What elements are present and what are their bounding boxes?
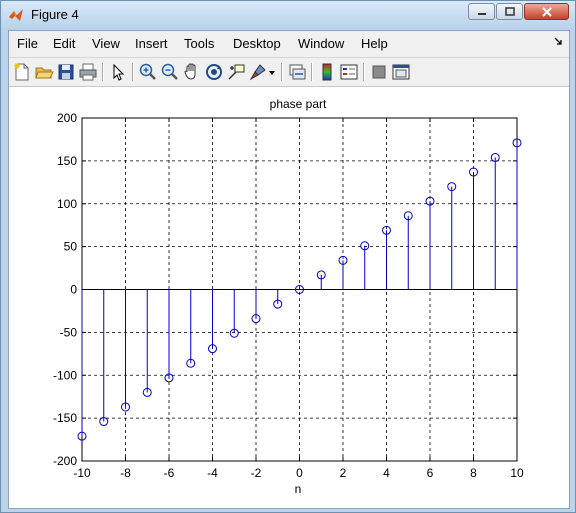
pan-hand-icon[interactable] <box>182 62 202 82</box>
toolbar-separator <box>363 63 365 81</box>
x-tick-label: -10 <box>73 466 91 480</box>
insert-colorbar-icon[interactable] <box>317 62 337 82</box>
x-tick-label: 4 <box>383 466 390 480</box>
y-tick-label: -100 <box>53 368 77 382</box>
show-plot-tools-icon[interactable] <box>391 62 411 82</box>
maximize-button[interactable] <box>496 3 523 20</box>
menu-file[interactable]: File <box>17 36 38 51</box>
matlab-icon <box>9 9 23 21</box>
toolbar-separator <box>102 63 104 81</box>
y-tick-label: 50 <box>64 240 78 254</box>
figure-toolbar <box>9 57 569 87</box>
minimize-button[interactable] <box>468 3 495 20</box>
title-bar[interactable]: Figure 4 <box>1 1 575 30</box>
print-icon[interactable] <box>78 62 98 82</box>
link-plot-icon[interactable] <box>287 62 307 82</box>
rotate-3d-icon[interactable] <box>204 62 224 82</box>
x-tick-label: -2 <box>251 466 262 480</box>
x-tick-label: -4 <box>207 466 218 480</box>
y-tick-label: -200 <box>53 454 77 468</box>
toolbar-separator <box>311 63 313 81</box>
menu-insert[interactable]: Insert <box>135 36 168 51</box>
y-tick-label: 100 <box>57 197 77 211</box>
x-tick-label: -6 <box>164 466 175 480</box>
x-tick-label: 2 <box>340 466 347 480</box>
edit-plot-arrow-icon[interactable] <box>108 62 128 82</box>
new-figure-icon[interactable] <box>12 62 32 82</box>
figure-window: Figure 4 File Edit View Insert Tools Des… <box>0 0 576 513</box>
x-tick-label: -8 <box>120 466 131 480</box>
data-cursor-icon[interactable] <box>226 62 246 82</box>
menu-tools[interactable]: Tools <box>184 36 214 51</box>
hide-plot-tools-icon[interactable] <box>369 62 389 82</box>
x-tick-label: 8 <box>470 466 477 480</box>
y-tick-label: -150 <box>53 411 77 425</box>
x-tick-label: 0 <box>296 466 303 480</box>
menu-help[interactable]: Help <box>361 36 388 51</box>
zoom-out-icon[interactable] <box>160 62 180 82</box>
dock-arrow-icon[interactable] <box>554 37 563 46</box>
menu-bar: File Edit View Insert Tools Desktop Wind… <box>9 31 569 56</box>
save-icon[interactable] <box>56 62 76 82</box>
x-axis-label: n <box>295 482 302 496</box>
y-tick-labels: 200 150 100 50 0 -50 -100 -150 -200 <box>53 111 77 468</box>
y-tick-label: 150 <box>57 154 77 168</box>
menu-edit[interactable]: Edit <box>53 36 75 51</box>
x-tick-labels: -10 -8 -6 -4 -2 0 2 4 6 8 10 <box>73 466 524 480</box>
close-icon <box>541 6 552 17</box>
minimize-icon <box>477 12 486 15</box>
y-tick-label: 0 <box>70 283 77 297</box>
brush-icon[interactable] <box>248 62 268 82</box>
y-tick-label: 200 <box>57 111 77 125</box>
x-tick-label: 10 <box>510 466 524 480</box>
maximize-icon <box>504 7 515 16</box>
y-tick-label: -50 <box>60 325 78 339</box>
close-button[interactable] <box>524 3 569 20</box>
figure-canvas: phase part -10 -8 -6 -4 -2 0 2 4 6 8 10 200 150 100 5… <box>9 87 569 508</box>
chart-title: phase part <box>270 97 327 111</box>
toolbar-separator <box>281 63 283 81</box>
figure-client-area: File Edit View Insert Tools Desktop Wind… <box>8 30 570 509</box>
stem-plot: phase part -10 -8 -6 -4 -2 0 2 4 6 8 10 200 150 100 5… <box>53 97 524 496</box>
toolbar-separator <box>132 63 134 81</box>
menu-desktop[interactable]: Desktop <box>233 36 281 51</box>
brush-dropdown-icon[interactable] <box>267 62 277 82</box>
open-file-icon[interactable] <box>34 62 54 82</box>
menu-view[interactable]: View <box>92 36 120 51</box>
menu-window[interactable]: Window <box>298 36 344 51</box>
insert-legend-icon[interactable] <box>339 62 359 82</box>
window-title: Figure 4 <box>31 7 79 22</box>
zoom-in-icon[interactable] <box>138 62 158 82</box>
x-tick-label: 6 <box>427 466 434 480</box>
